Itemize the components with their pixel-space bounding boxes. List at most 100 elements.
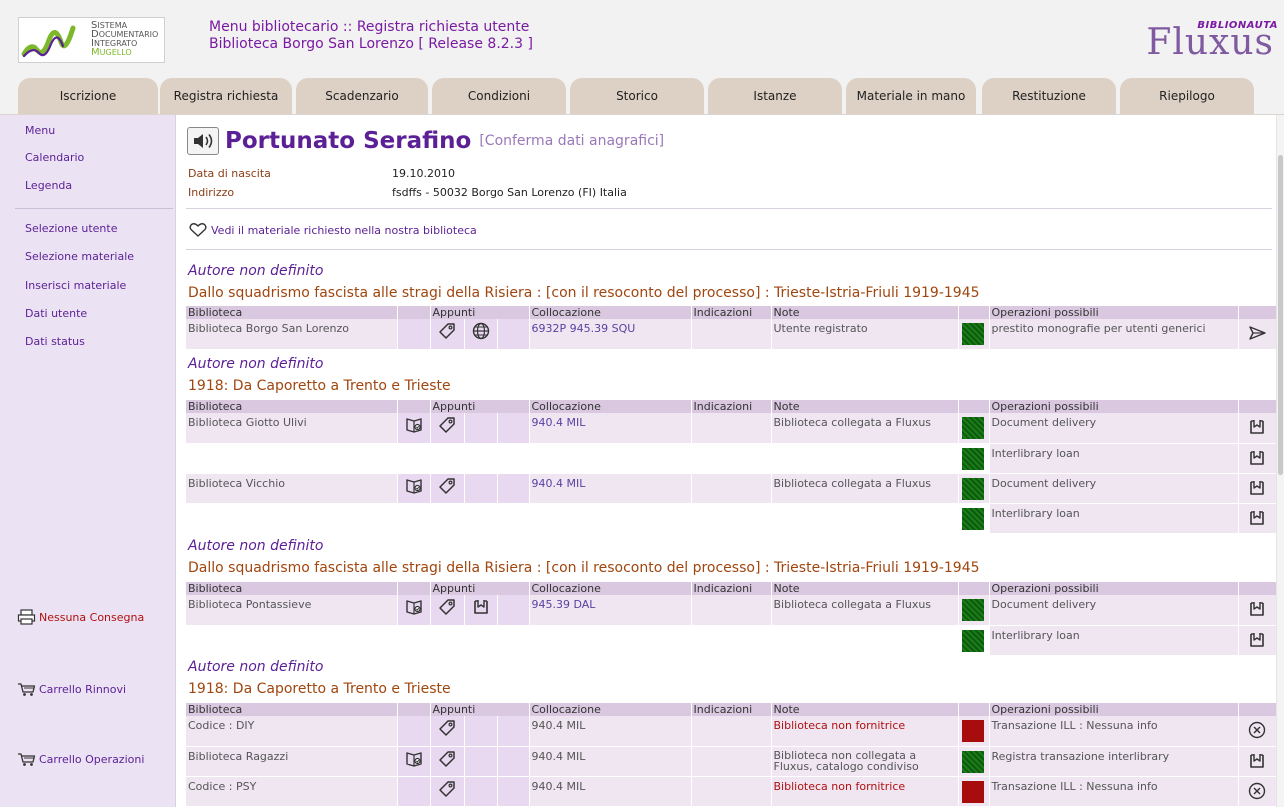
sidebar-item-selezione-utente[interactable]: Selezione utente	[25, 222, 117, 235]
cell-collocazione[interactable]: 6932P 945.39 SQU	[529, 319, 692, 350]
ill-request-icon[interactable]	[1247, 448, 1267, 468]
sidebar-item-menu[interactable]: Menu	[25, 124, 55, 137]
vedi-divider	[186, 249, 1272, 250]
ill-request-icon[interactable]	[1247, 599, 1267, 619]
tag-icon[interactable]	[437, 779, 457, 799]
col-appunti: Appunti	[430, 703, 530, 716]
carrello-rinnovi-link[interactable]: Carrello Rinnovi	[17, 681, 126, 697]
cell-biblioteca: Codice : DIY	[186, 716, 398, 747]
table-row: Biblioteca Borgo San Lorenzo 6932P 945.3…	[186, 319, 1277, 350]
cart-icon	[18, 753, 36, 766]
col-appunti: Appunti	[430, 400, 530, 413]
holdings-table: Biblioteca Appunti Collocazione Indicazi…	[186, 400, 1277, 534]
col-biblioteca: Biblioteca	[186, 306, 398, 319]
tag-icon[interactable]	[437, 415, 457, 435]
cell-operazione: Registra transazione interlibrary	[989, 746, 1239, 777]
table-row: Biblioteca Giotto Ulivi 940.4 MIL Biblio…	[186, 413, 1277, 444]
record-title[interactable]: 1918: Da Caporetto a Trento e Trieste	[188, 681, 451, 697]
cell-operazione: Document delivery	[989, 413, 1239, 444]
logo-line-3: Integrato	[91, 38, 138, 49]
ill-request-icon[interactable]	[1247, 478, 1267, 498]
confirm-anagrafica-link[interactable]: [Conferma dati anagrafici]	[479, 133, 664, 149]
sdim-logo[interactable]: Sistema Documentario Integrato Mugello	[18, 17, 165, 63]
col-indicazioni: Indicazioni	[691, 306, 772, 319]
tab-storico[interactable]: Storico	[570, 78, 704, 114]
tag-icon[interactable]	[437, 718, 457, 738]
tag-icon[interactable]	[437, 749, 457, 769]
record-title[interactable]: Dallo squadrismo fascista alle stragi de…	[188, 560, 980, 576]
sidebar-item-inserisci-materiale[interactable]: Inserisci materiale	[25, 279, 126, 292]
cell-note: Biblioteca non fornitrice	[771, 716, 959, 747]
col-appunti: Appunti	[430, 306, 530, 319]
close-circle-icon[interactable]	[1247, 720, 1267, 740]
send-icon[interactable]	[1247, 323, 1267, 343]
col-note: Note	[771, 400, 959, 413]
nessuna-consegna-label: Nessuna Consegna	[39, 610, 145, 624]
cell-collocazione[interactable]: 940.4 MIL	[529, 473, 692, 504]
cell-biblioteca: Codice : PSY	[186, 776, 398, 807]
tab-riepilogo[interactable]: Riepilogo	[1120, 78, 1254, 114]
book-check-icon[interactable]	[404, 597, 424, 617]
tab-condizioni[interactable]: Condizioni	[432, 78, 566, 114]
vedi-materiale-link[interactable]: Vedi il materiale richiesto nella nostra…	[188, 222, 477, 238]
cell-operazione: Document delivery	[989, 473, 1239, 504]
status-green-swatch	[961, 477, 984, 500]
app-header: Sistema Documentario Integrato Mugello M…	[0, 0, 1284, 78]
sidebar-item-calendario[interactable]: Calendario	[25, 151, 84, 164]
sidebar-item-selezione-materiale[interactable]: Selezione materiale	[25, 250, 134, 263]
table-header-row: Biblioteca Appunti Collocazione Indicazi…	[186, 703, 1277, 716]
ill-request-icon[interactable]	[1247, 751, 1267, 771]
table-header-row: Biblioteca Appunti Collocazione Indicazi…	[186, 400, 1277, 413]
tag-icon[interactable]	[437, 476, 457, 496]
col-note: Note	[771, 582, 959, 595]
col-note: Note	[771, 703, 959, 716]
record-author: Autore non definito	[188, 356, 324, 372]
carrello-operazioni-link[interactable]: Carrello Operazioni	[17, 751, 144, 767]
tab-istanze[interactable]: Istanze	[708, 78, 842, 114]
col-collocazione: Collocazione	[529, 400, 692, 413]
col-biblioteca: Biblioteca	[186, 703, 398, 716]
record-author: Autore non definito	[188, 263, 324, 279]
sidebar-item-dati-status[interactable]: Dati status	[25, 335, 85, 348]
patron-divider	[186, 208, 1272, 209]
col-collocazione: Collocazione	[529, 703, 692, 716]
status-red-swatch	[961, 720, 984, 742]
close-circle-icon[interactable]	[1247, 781, 1267, 801]
tab-iscrizione[interactable]: Iscrizione	[18, 78, 158, 114]
main-scrollbar[interactable]	[1276, 115, 1284, 807]
record-title[interactable]: Dallo squadrismo fascista alle stragi de…	[188, 285, 980, 301]
ill-request-icon[interactable]	[471, 597, 491, 617]
cell-biblioteca: Biblioteca Vicchio	[186, 473, 398, 504]
tab-scadenzario[interactable]: Scadenzario	[296, 78, 428, 114]
book-check-icon[interactable]	[404, 415, 424, 435]
record-title[interactable]: 1918: Da Caporetto a Trento e Trieste	[188, 378, 451, 394]
sidebar-item-dati-utente[interactable]: Dati utente	[25, 307, 87, 320]
cell-collocazione[interactable]: 945.39 DAL	[529, 595, 692, 626]
globe-icon[interactable]	[471, 321, 491, 341]
cell-biblioteca: Biblioteca Giotto Ulivi	[186, 413, 398, 444]
speaker-icon[interactable]	[187, 127, 219, 155]
cell-collocazione[interactable]: 940.4 MIL	[529, 413, 692, 444]
col-appunti: Appunti	[430, 582, 530, 595]
tab-materiale-in-mano[interactable]: Materiale in mano	[846, 78, 976, 114]
book-check-icon[interactable]	[404, 749, 424, 769]
col-collocazione: Collocazione	[529, 582, 692, 595]
scrollbar-thumb[interactable]	[1278, 155, 1283, 475]
tab-restituzione[interactable]: Restituzione	[982, 78, 1116, 114]
book-check-icon[interactable]	[404, 476, 424, 496]
cart-icon	[18, 683, 36, 696]
col-indicazioni: Indicazioni	[691, 582, 772, 595]
table-row: Codice : PSY 940.4 MIL Biblioteca non fo…	[186, 776, 1277, 807]
tag-icon[interactable]	[437, 321, 457, 341]
ill-request-icon[interactable]	[1247, 417, 1267, 437]
ill-request-icon[interactable]	[1247, 508, 1267, 528]
sidebar-item-legenda[interactable]: Legenda	[25, 179, 72, 192]
table-row: Interlibrary loan	[186, 625, 1277, 656]
address-value: fsdffs - 50032 Borgo San Lorenzo (FI) It…	[392, 186, 627, 199]
tag-icon[interactable]	[437, 597, 457, 617]
cell-biblioteca: Biblioteca Ragazzi	[186, 746, 398, 777]
col-operazioni: Operazioni possibili	[989, 400, 1239, 413]
nessuna-consegna-link[interactable]: Nessuna Consegna	[17, 609, 144, 625]
ill-request-icon[interactable]	[1247, 630, 1267, 650]
tab-registra-richiesta[interactable]: Registra richiesta	[160, 78, 292, 114]
